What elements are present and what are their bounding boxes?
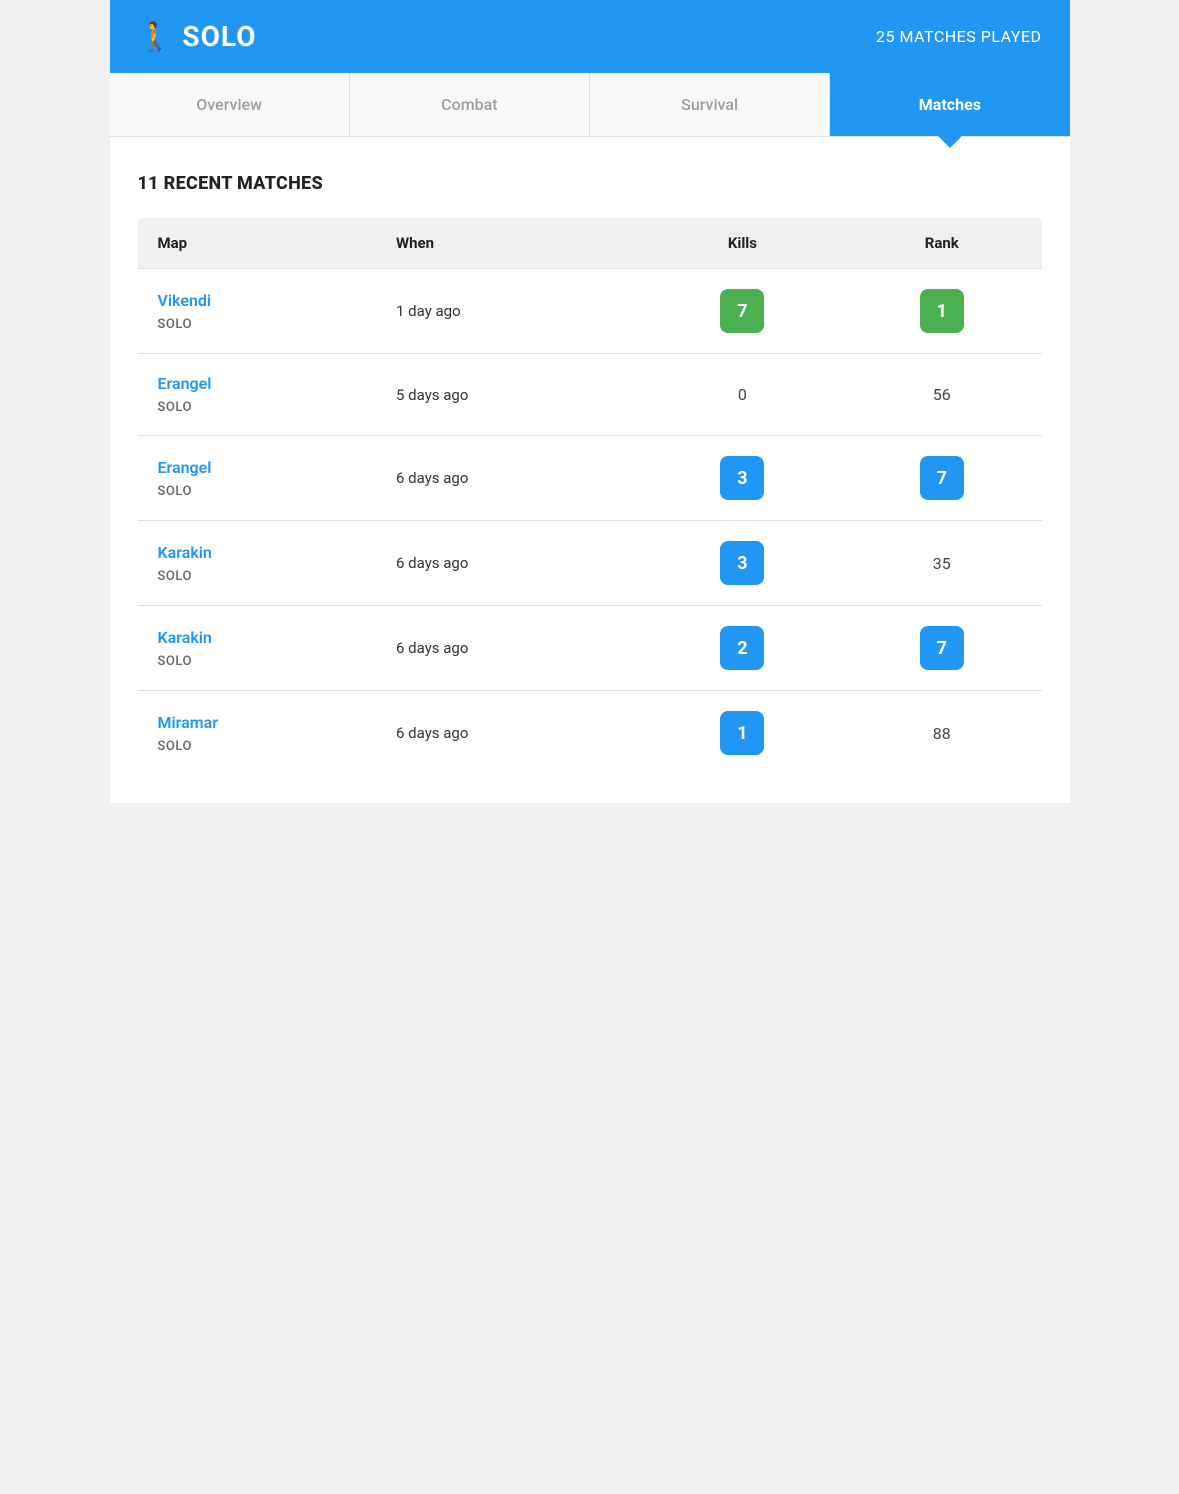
cell-map: Vikendi SOLO [138,269,377,354]
cell-kills: 2 [643,606,842,691]
header: 🚶 SOLO 25 MATCHES PLAYED [110,0,1070,73]
rank-badge: 7 [920,456,964,500]
map-name: Erangel [158,374,357,393]
solo-icon: 🚶 [138,20,173,53]
tab-combat[interactable]: Combat [350,73,590,136]
map-name: Karakin [158,543,357,562]
table-row[interactable]: Karakin SOLO 6 days ago 2 7 [138,606,1042,691]
tabs-bar: Overview Combat Survival Matches [110,73,1070,137]
kills-value: 0 [738,385,747,404]
rank-badge: 1 [920,289,964,333]
table-row[interactable]: Vikendi SOLO 1 day ago 7 1 [138,269,1042,354]
map-name: Miramar [158,713,357,732]
kills-badge: 3 [720,456,764,500]
header-title: SOLO [182,20,256,53]
kills-badge: 7 [720,289,764,333]
cell-map: Karakin SOLO [138,606,377,691]
matches-table: Map When Kills Rank Vikendi SOLO 1 day ago… [138,218,1042,775]
when-text: 6 days ago [396,469,468,487]
when-text: 5 days ago [396,386,468,404]
kills-badge: 1 [720,711,764,755]
app-container: 🚶 SOLO 25 MATCHES PLAYED Overview Combat… [110,0,1070,803]
table-header-row: Map When Kills Rank [138,218,1042,269]
cell-map: Erangel SOLO [138,354,377,436]
map-name: Karakin [158,628,357,647]
map-mode: SOLO [158,400,192,415]
rank-badge: 7 [920,626,964,670]
matches-played-label: 25 MATCHES PLAYED [876,27,1041,46]
rank-value: 56 [933,385,951,404]
cell-map: Miramar SOLO [138,691,377,776]
tab-matches[interactable]: Matches [830,73,1069,136]
cell-kills: 3 [643,521,842,606]
cell-rank: 7 [842,436,1041,521]
map-mode: SOLO [158,739,192,754]
kills-badge: 2 [720,626,764,670]
rank-value: 88 [933,724,951,743]
main-content: 11 RECENT MATCHES Map When Kills Rank Vi… [110,137,1070,803]
cell-rank: 1 [842,269,1041,354]
map-name: Erangel [158,458,357,477]
map-mode: SOLO [158,484,192,499]
cell-rank: 56 [842,354,1041,436]
col-header-map: Map [138,218,377,269]
cell-rank: 35 [842,521,1041,606]
map-mode: SOLO [158,569,192,584]
cell-kills: 0 [643,354,842,436]
header-left: 🚶 SOLO [138,20,257,53]
table-row[interactable]: Miramar SOLO 6 days ago 1 88 [138,691,1042,776]
cell-kills: 3 [643,436,842,521]
when-text: 6 days ago [396,724,468,742]
col-header-kills: Kills [643,218,842,269]
col-header-rank: Rank [842,218,1041,269]
cell-when: 6 days ago [376,606,643,691]
map-mode: SOLO [158,317,192,332]
tab-survival[interactable]: Survival [590,73,830,136]
cell-kills: 7 [643,269,842,354]
map-mode: SOLO [158,654,192,669]
cell-rank: 88 [842,691,1041,776]
table-row[interactable]: Erangel SOLO 5 days ago 0 56 [138,354,1042,436]
when-text: 1 day ago [396,302,461,320]
col-header-when: When [376,218,643,269]
tab-overview[interactable]: Overview [110,73,350,136]
table-row[interactable]: Erangel SOLO 6 days ago 3 7 [138,436,1042,521]
map-name: Vikendi [158,291,357,310]
cell-map: Karakin SOLO [138,521,377,606]
cell-when: 6 days ago [376,521,643,606]
table-wrapper: Map When Kills Rank Vikendi SOLO 1 day ago… [138,218,1042,775]
when-text: 6 days ago [396,554,468,572]
rank-value: 35 [933,554,951,573]
when-text: 6 days ago [396,639,468,657]
cell-kills: 1 [643,691,842,776]
cell-when: 5 days ago [376,354,643,436]
cell-when: 6 days ago [376,691,643,776]
cell-when: 6 days ago [376,436,643,521]
cell-when: 1 day ago [376,269,643,354]
kills-badge: 3 [720,541,764,585]
table-row[interactable]: Karakin SOLO 6 days ago 3 35 [138,521,1042,606]
cell-rank: 7 [842,606,1041,691]
section-title: 11 RECENT MATCHES [138,173,1042,194]
cell-map: Erangel SOLO [138,436,377,521]
